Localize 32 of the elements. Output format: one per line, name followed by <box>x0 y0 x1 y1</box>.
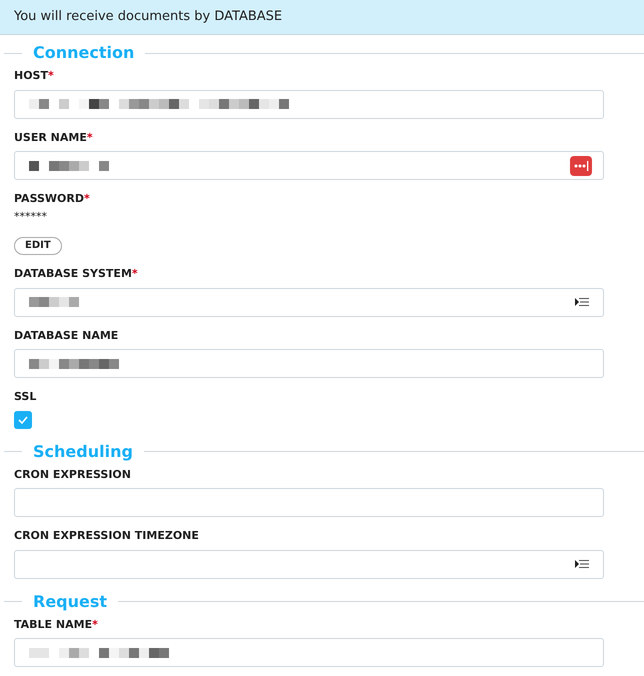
input-field[interactable] <box>14 349 604 378</box>
input-field[interactable] <box>14 90 604 118</box>
section-title: Connection <box>32 42 136 64</box>
info-banner: You will receive documents by DATABASE <box>0 0 644 35</box>
input-field[interactable] <box>14 488 604 517</box>
section-title: Scheduling <box>32 440 134 462</box>
field-label: DATABASE NAME <box>14 328 118 344</box>
list-icon[interactable] <box>575 559 589 569</box>
password-manager-icon[interactable] <box>570 156 592 176</box>
field-label: HOST <box>14 68 48 84</box>
field-label: SSL <box>14 389 36 405</box>
field-label: PASSWORD <box>14 191 84 207</box>
field-label: CRON EXPRESSION <box>14 466 131 482</box>
field-label: USER NAME <box>14 130 87 146</box>
required-mark: * <box>48 68 54 84</box>
required-mark: * <box>132 266 138 282</box>
field-label: DATABASE SYSTEM <box>14 266 132 282</box>
required-mark: * <box>84 191 90 207</box>
input-field[interactable] <box>14 638 604 667</box>
field-label: TABLE NAME <box>14 616 92 632</box>
input-field[interactable] <box>14 151 604 180</box>
required-mark: * <box>92 616 98 632</box>
checkmark-icon <box>18 416 28 424</box>
select-field[interactable] <box>14 550 604 578</box>
list-icon[interactable] <box>575 297 589 307</box>
section-title: Request <box>32 590 108 612</box>
password-value: ****** <box>14 208 47 224</box>
select-field[interactable] <box>14 288 604 316</box>
field-label: CRON EXPRESSION TIMEZONE <box>14 528 199 544</box>
edit-button[interactable]: EDIT <box>14 237 62 255</box>
checkbox[interactable] <box>14 410 32 428</box>
required-mark: * <box>86 130 93 146</box>
